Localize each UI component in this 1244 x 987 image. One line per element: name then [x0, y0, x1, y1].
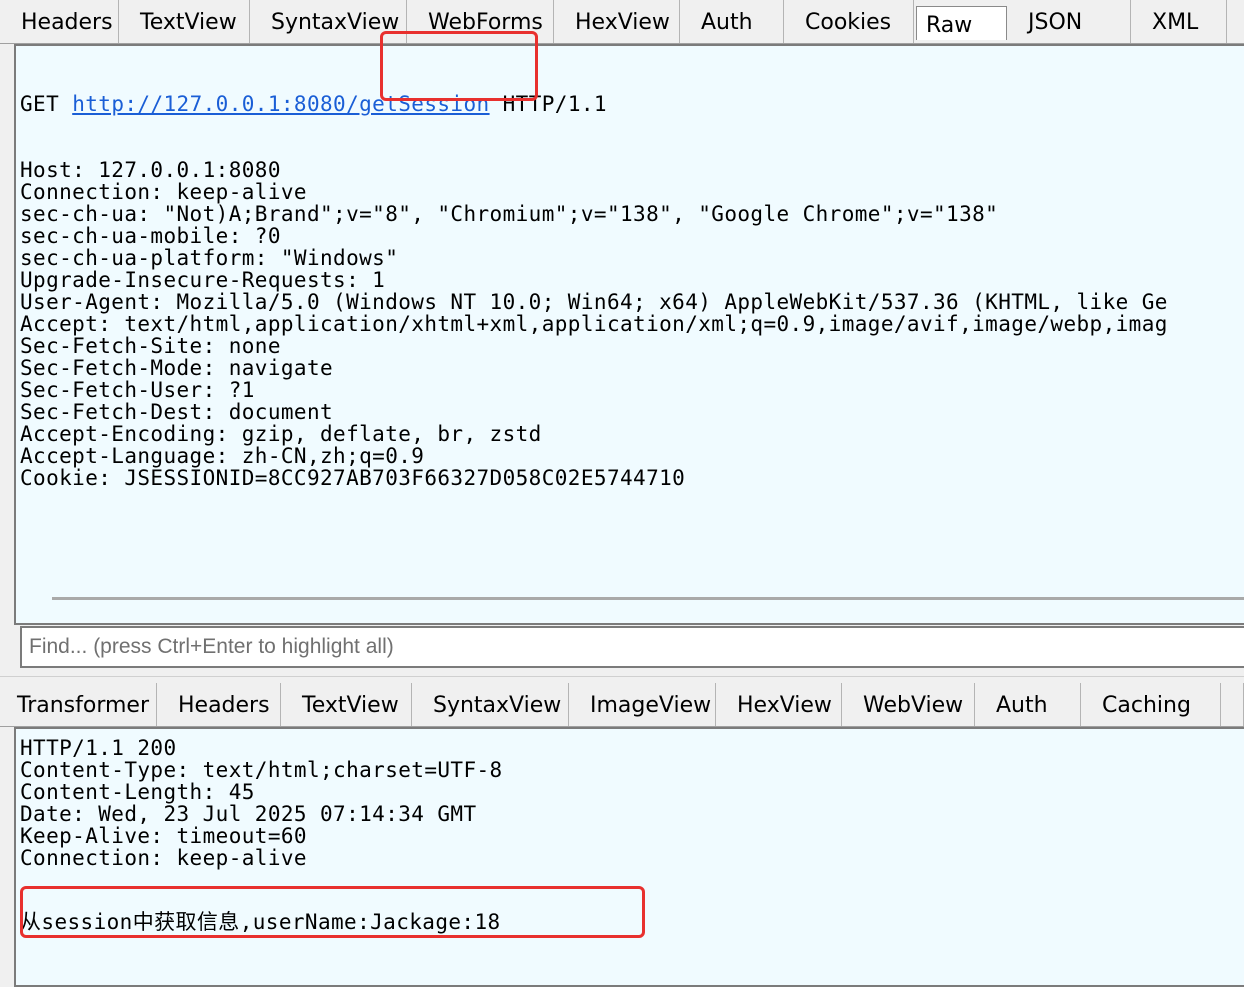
response-tab-imageview[interactable]: ImageView: [569, 683, 716, 726]
response-tab-syntaxview[interactable]: SyntaxView: [412, 683, 569, 726]
response-tab-hexview[interactable]: HexView: [716, 683, 842, 726]
request-tab-webforms[interactable]: WebForms: [407, 0, 554, 43]
request-header-line: Accept: text/html,application/xhtml+xml,…: [20, 312, 1168, 336]
response-tab-auth[interactable]: Auth: [975, 683, 1081, 726]
response-header-line: Connection: keep-alive: [20, 846, 307, 870]
request-tab-raw[interactable]: Raw: [916, 6, 1007, 40]
request-header-line: Host: 127.0.0.1:8080: [20, 158, 281, 182]
response-tab-transformer[interactable]: Transformer: [0, 683, 157, 726]
response-header-line: Content-Length: 45: [20, 780, 255, 804]
request-headers: Host: 127.0.0.1:8080 Connection: keep-ali…: [20, 159, 1168, 489]
request-header-line: Sec-Fetch-User: ?1: [20, 378, 255, 402]
horizontal-scrollbar[interactable]: [52, 597, 1244, 600]
request-tab-json[interactable]: JSON: [1007, 0, 1131, 43]
response-tab-textview[interactable]: TextView: [281, 683, 412, 726]
request-header-line: Sec-Fetch-Dest: document: [20, 400, 334, 424]
request-tab-hexview[interactable]: HexView: [554, 0, 680, 43]
response-tab-caching[interactable]: Caching: [1081, 683, 1221, 726]
response-header-line: Content-Type: text/html;charset=UTF-8: [20, 758, 503, 782]
request-tab-auth[interactable]: Auth: [680, 0, 784, 43]
find-input[interactable]: Find... (press Ctrl+Enter to highlight a…: [20, 626, 1244, 668]
request-raw-pane[interactable]: GET http://127.0.0.1:8080/getSession HTT…: [14, 44, 1244, 625]
request-header-line: sec-ch-ua-mobile: ?0: [20, 224, 281, 248]
request-line: GET http://127.0.0.1:8080/getSession HTT…: [20, 93, 1168, 115]
response-tab-webview[interactable]: WebView: [842, 683, 975, 726]
request-tab-textview[interactable]: TextView: [119, 0, 250, 43]
request-protocol: HTTP/1.1: [502, 92, 607, 116]
request-inspector-tabs: Headers TextView SyntaxView WebForms HexView…: [0, 0, 1244, 44]
request-method: GET: [20, 92, 60, 116]
request-raw-text[interactable]: GET http://127.0.0.1:8080/getSession HTT…: [20, 49, 1168, 533]
response-raw-text[interactable]: HTTP/1.1 200 Content-Type: text/html;char…: [20, 737, 503, 933]
request-header-line: sec-ch-ua: "Not)A;Brand";v="8", "Chromiu…: [20, 202, 999, 226]
response-header-line: HTTP/1.1 200: [20, 736, 177, 760]
request-header-line: Sec-Fetch-Mode: navigate: [20, 356, 334, 380]
request-header-line: User-Agent: Mozilla/5.0 (Windows NT 10.0…: [20, 290, 1168, 314]
response-header-line: Date: Wed, 23 Jul 2025 07:14:34 GMT: [20, 802, 477, 826]
response-header-line: [20, 869, 503, 891]
request-tab-cookies[interactable]: Cookies: [784, 0, 914, 43]
response-raw-pane[interactable]: HTTP/1.1 200 Content-Type: text/html;char…: [14, 727, 1244, 987]
response-tab-headers[interactable]: Headers: [157, 683, 281, 726]
request-header-line: Accept-Encoding: gzip, deflate, br, zstd: [20, 422, 542, 446]
request-url-link[interactable]: http://127.0.0.1:8080/getSession: [72, 92, 489, 116]
request-header-line: Connection: keep-alive: [20, 180, 307, 204]
request-header-line: Upgrade-Insecure-Requests: 1: [20, 268, 386, 292]
request-header-line: Sec-Fetch-Site: none: [20, 334, 281, 358]
request-tab-headers[interactable]: Headers: [0, 0, 119, 43]
response-header-line: Keep-Alive: timeout=60: [20, 824, 307, 848]
request-tab-xml[interactable]: XML: [1131, 0, 1227, 43]
request-header-line: sec-ch-ua-platform: "Windows": [20, 246, 399, 270]
request-header-line: Cookie: JSESSIONID=8CC927AB703F66327D058…: [20, 466, 686, 490]
request-tab-syntaxview[interactable]: SyntaxView: [250, 0, 407, 43]
response-body-line: 从session中获取信息,userName:Jackage:18: [20, 910, 501, 934]
response-inspector-tabs: Transformer Headers TextView SyntaxView Imag…: [0, 683, 1244, 727]
request-header-line: Accept-Language: zh-CN,zh;q=0.9: [20, 444, 425, 468]
response-tab-co[interactable]: Co: [1221, 683, 1244, 726]
